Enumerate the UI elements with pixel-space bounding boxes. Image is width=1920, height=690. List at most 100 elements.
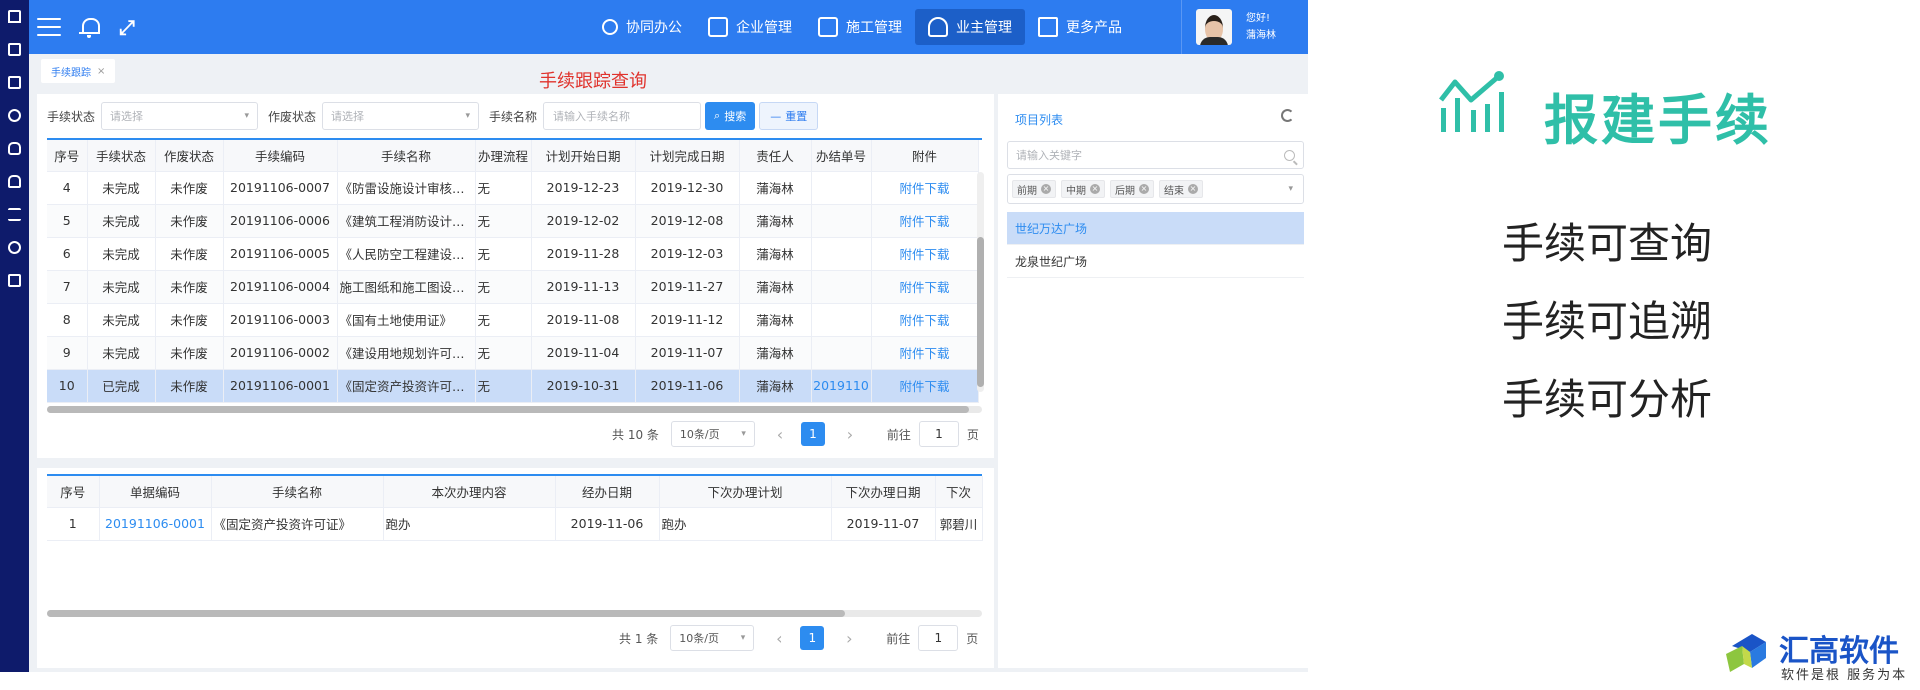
tab-procedure-tracking[interactable]: 手续跟踪 ×	[41, 59, 116, 83]
next-page-button[interactable]: ›	[837, 425, 863, 444]
chart-logo-icon	[1439, 71, 1504, 132]
table-row[interactable]: 10 已完成 未作废 20191106-0001 《固定资产投资许可证》无 2019-10…	[47, 369, 979, 403]
tag-label: 后期	[1115, 185, 1135, 197]
cell-done-no[interactable]: 2019110	[811, 369, 872, 403]
cell-attach[interactable]: 附件下载	[871, 237, 979, 271]
next-page-button[interactable]: ›	[836, 629, 862, 648]
cell-attach[interactable]: 附件下载	[871, 204, 979, 238]
nav-more-products[interactable]: 更多产品	[1025, 9, 1135, 45]
page-suffix: 页	[966, 631, 979, 646]
column-header: 手续名称	[337, 140, 476, 172]
edit-icon[interactable]	[0, 33, 29, 66]
goto-page-input[interactable]: 1	[918, 421, 959, 447]
close-icon[interactable]: ×	[1139, 184, 1149, 194]
avatar[interactable]	[1196, 9, 1232, 45]
cell-code: 20191106-0004	[223, 270, 338, 304]
main-pagination: 共 10 条 10条/页 ▾ ‹ 1 › 前往 1 页	[612, 421, 979, 447]
cell-code: 20191106-0006	[223, 204, 338, 238]
tag-label: 中期	[1066, 185, 1086, 197]
phase-tag: 前期 ×	[1012, 180, 1056, 198]
cell-done-no[interactable]	[811, 237, 872, 271]
table-row[interactable]: 1 20191106-0001 《固定资产投资许可证》 跑办 2019-11-06 跑办 2…	[47, 507, 983, 541]
marketing-title: 报建手续	[1544, 89, 1772, 152]
vertical-scrollbar[interactable]	[977, 172, 984, 392]
cell-owner: 蒲海林	[739, 369, 812, 403]
project-item[interactable]: 世纪万达广场	[1007, 212, 1304, 245]
cell-attach[interactable]: 附件下载	[871, 303, 979, 337]
list-icon[interactable]	[0, 264, 29, 297]
table-row[interactable]: 7 未完成 未作废 20191106-0004 施工图纸和施工图设计... 无 2019-1…	[47, 270, 979, 304]
table-row[interactable]: 6 未完成 未作废 20191106-0005 《人民防空工程建设许... 无 2019-1…	[47, 237, 979, 271]
reset-button[interactable]: — 重置	[759, 102, 819, 130]
detail-table: 序号 单据编码 手续名称 本次办理内容 经办日期 下次办理计划 下次办理日期 下次 1 2019…	[47, 476, 983, 541]
name-filter-input[interactable]: 请输入手续名称	[543, 102, 702, 130]
nav-collab-office[interactable]: 协同办公	[589, 9, 695, 45]
cell-owner: 蒲海林	[739, 303, 812, 337]
cell-start: 2019-11-04	[531, 336, 636, 370]
cell-status: 未完成	[87, 336, 156, 370]
close-icon[interactable]: ×	[1041, 184, 1051, 194]
table-row[interactable]: 9 未完成 未作废 20191106-0002 《建设用地规划许可证... 无 2019-1…	[47, 336, 979, 370]
phase-tag-select[interactable]: 前期 × 中期 × 后期 × 结束 × ▾	[1007, 174, 1304, 204]
page-size-select[interactable]: 10条/页 ▾	[670, 421, 755, 447]
project-item[interactable]: 龙泉世纪广场	[1007, 245, 1304, 278]
status-filter-select[interactable]: 请选择 ▾	[101, 102, 259, 130]
home-icon[interactable]	[0, 0, 29, 33]
refresh-icon[interactable]	[1281, 109, 1294, 122]
user-box[interactable]: 您好! 蒲海林	[1181, 0, 1276, 54]
database-icon[interactable]	[0, 99, 29, 132]
reset-button-label: 重置	[785, 110, 808, 123]
goto-page-input[interactable]: 1	[918, 625, 959, 651]
inbox-icon[interactable]	[0, 66, 29, 99]
company-logo-icon	[1726, 634, 1766, 672]
column-header: 下次办理计划	[659, 476, 832, 508]
page-size-select[interactable]: 10条/页 ▾	[670, 625, 755, 651]
void-filter-select[interactable]: 请选择 ▾	[322, 102, 480, 130]
close-icon[interactable]: ×	[1090, 184, 1100, 194]
cell-done-no[interactable]	[811, 171, 872, 205]
close-icon[interactable]: ×	[1188, 184, 1198, 194]
table-row[interactable]: 5 未完成 未作废 20191106-0006 《建筑工程消防设计审... 无 2019-1…	[47, 204, 979, 238]
project-search-input[interactable]: 请输入关键字	[1007, 141, 1304, 169]
horizontal-scrollbar[interactable]	[47, 406, 982, 413]
moneybag-icon[interactable]	[0, 132, 29, 165]
cell-start: 2019-12-23	[531, 171, 636, 205]
nav-label: 施工管理	[846, 20, 902, 36]
nav-enterprise-mgmt[interactable]: 企业管理	[695, 9, 805, 45]
cell-attach[interactable]: 附件下载	[871, 336, 979, 370]
close-icon[interactable]: ×	[97, 66, 105, 77]
cell-void: 未作废	[155, 171, 224, 205]
search-button[interactable]: ⌕ 搜索	[705, 102, 756, 130]
cell-end: 2019-11-27	[635, 270, 740, 304]
nav-construction-mgmt[interactable]: 施工管理	[805, 9, 915, 45]
fullscreen-icon[interactable]: ⤢	[117, 17, 137, 37]
cell-attach[interactable]: 附件下载	[871, 369, 979, 403]
total-count: 共 1 条	[619, 631, 659, 646]
building-icon	[708, 17, 728, 37]
cell-done-no[interactable]	[811, 204, 872, 238]
table-row[interactable]: 4 未完成 未作废 20191106-0007 《防雷设施设计审核书》无 2019-12-…	[47, 171, 979, 205]
prev-page-button[interactable]: ‹	[766, 629, 792, 648]
cell-code[interactable]: 20191106-0001	[99, 507, 212, 541]
tab-label: 手续跟踪	[51, 67, 91, 79]
menu-icon[interactable]	[37, 18, 61, 36]
prev-page-button[interactable]: ‹	[767, 425, 793, 444]
cell-done-no[interactable]	[811, 303, 872, 337]
cell-attach[interactable]: 附件下载	[871, 171, 979, 205]
people-icon[interactable]	[0, 231, 29, 264]
cell-void: 未作废	[155, 204, 224, 238]
current-page[interactable]: 1	[800, 422, 825, 446]
hourglass-icon[interactable]	[0, 198, 29, 231]
bell-icon[interactable]	[79, 16, 100, 38]
table-row[interactable]: 8 未完成 未作废 20191106-0003 《国有土地使用证》无 2019-11-08…	[47, 303, 979, 337]
current-page[interactable]: 1	[800, 626, 825, 650]
detail-horizontal-scrollbar[interactable]	[47, 610, 982, 617]
left-icon-rail	[0, 0, 29, 672]
car-icon[interactable]	[0, 165, 29, 198]
nav-owner-mgmt[interactable]: 业主管理	[915, 9, 1025, 45]
cell-start: 2019-10-31	[531, 369, 636, 403]
cell-attach[interactable]: 附件下载	[871, 270, 979, 304]
cell-done-no[interactable]	[811, 270, 872, 304]
column-header: 计划开始日期	[531, 140, 636, 172]
cell-done-no[interactable]	[811, 336, 872, 370]
